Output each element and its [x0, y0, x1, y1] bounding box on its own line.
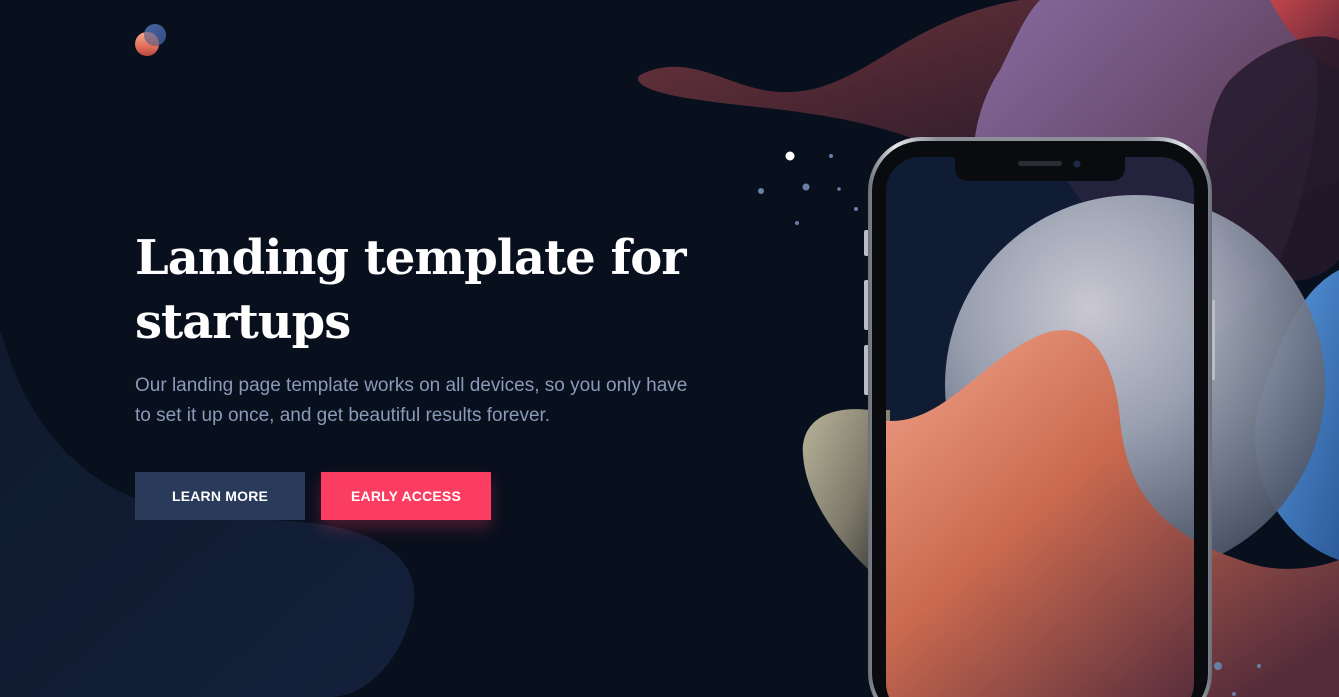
hero-subtitle: Our landing page template works on all d…: [135, 375, 688, 426]
hero-title: Landing template for startups: [135, 230, 687, 350]
early-access-button[interactable]: EARLY ACCESS: [321, 472, 491, 520]
landing-hero: Landing template for startups Our landin…: [0, 0, 1339, 697]
learn-more-button[interactable]: LEARN MORE: [135, 472, 305, 520]
logo-icon[interactable]: [134, 22, 168, 58]
